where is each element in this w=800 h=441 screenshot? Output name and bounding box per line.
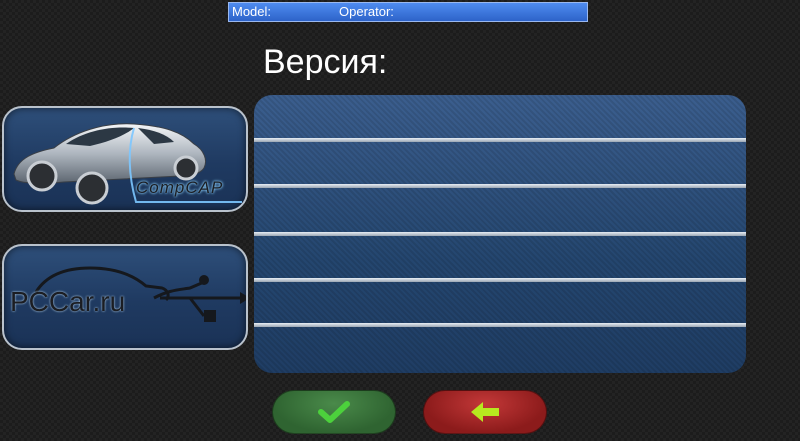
checkmark-icon (318, 401, 350, 423)
ok-button[interactable] (272, 390, 396, 434)
back-button[interactable] (423, 390, 547, 434)
version-row-divider (254, 278, 746, 282)
version-row-divider (254, 323, 746, 327)
page-title: Версия: (263, 43, 388, 81)
compcar-logo-text: CompCAP (136, 178, 224, 197)
model-label: Model: (232, 4, 272, 19)
compcar-button[interactable]: CompCAP (2, 106, 248, 212)
version-row-divider (254, 184, 746, 188)
version-row-divider (254, 232, 746, 236)
pccar-logo-text: PCCar.ru (10, 286, 126, 317)
version-panel (254, 95, 746, 373)
version-row-divider (254, 138, 746, 142)
operator-label: Operator: (339, 4, 394, 19)
pccar-button[interactable]: PCCar.ru (2, 244, 248, 350)
status-bar: Model: Operator: (228, 2, 588, 22)
arrow-left-icon (471, 402, 499, 422)
